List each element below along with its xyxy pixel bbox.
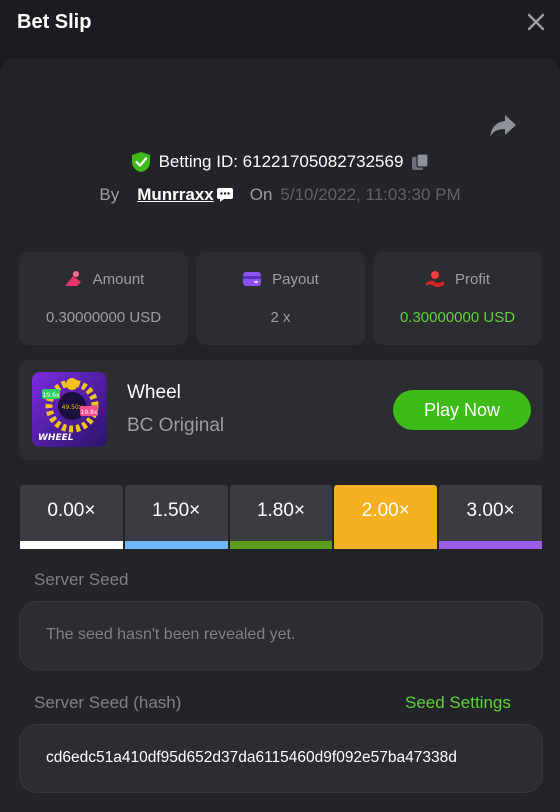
close-icon[interactable] (526, 12, 546, 32)
by-label: By (99, 185, 120, 204)
bet-date: 5/10/2022, 11:03:30 PM (280, 185, 461, 204)
payout-label: Payout (272, 270, 319, 288)
bet-author-row: By Munrraxx On 5/10/2022, 11:03:30 PM (0, 183, 560, 207)
server-seed-hash-label: Server Seed (hash) (34, 693, 182, 712)
game-name: Wheel (127, 382, 181, 403)
amount-card: Amount 0.30000000 USD (19, 252, 188, 345)
seed-settings-link[interactable]: Seed Settings (405, 693, 511, 713)
payout-icon (243, 272, 262, 286)
game-provider: BC Original (127, 415, 225, 436)
server-seed-hash-field[interactable]: cd6edc51a410df95d652d37da6115460d9f092e5… (19, 724, 543, 793)
betting-id-row: Betting ID: 61221705082732569 (0, 150, 560, 174)
multiplier-tab[interactable]: 1.80× (229, 485, 333, 549)
game-card: 19.6x 49.50x 19.8x WHEEL Wheel BC Origin… (19, 360, 543, 460)
multiplier-tab[interactable]: 3.00× (439, 485, 542, 549)
chat-icon[interactable] (216, 187, 234, 203)
payout-value: 2 x (270, 309, 291, 326)
thumb-badge-1: 19.6x (43, 392, 60, 399)
betting-id: Betting ID: 61221705082732569 (158, 152, 404, 171)
on-label: On (249, 185, 273, 204)
multiplier-tab[interactable]: 1.50× (124, 485, 228, 549)
thumb-badge-3: 19.8x (81, 409, 98, 416)
multiplier-tab-active[interactable]: 2.00× (334, 485, 438, 549)
share-icon[interactable] (489, 113, 517, 139)
play-now-button[interactable]: Play Now (393, 390, 531, 430)
multiplier-tabs: 0.00× 1.50× 1.80× 2.00× 3.00× (20, 485, 542, 549)
shield-check-icon (131, 152, 150, 172)
amount-value: 0.30000000 USD (45, 309, 162, 326)
server-seed-field: The seed hasn't been revealed yet. (19, 601, 543, 670)
header: Bet Slip (0, 0, 560, 58)
server-seed-label: Server Seed (34, 570, 129, 589)
amount-icon (64, 271, 81, 286)
profit-value: 0.30000000 USD (399, 309, 516, 326)
page-title: Bet Slip (17, 11, 92, 33)
profit-icon (425, 271, 444, 288)
wheel-game-thumbnail[interactable]: 19.6x 49.50x 19.8x WHEEL (32, 372, 107, 447)
amount-label: Amount (92, 270, 145, 288)
thumb-title: WHEEL (38, 433, 74, 443)
payout-card: Payout 2 x (196, 252, 365, 345)
profit-card: Profit 0.30000000 USD (373, 252, 542, 345)
server-seed-hash-value: cd6edc51a410df95d652d37da6115460d9f092e5… (46, 749, 457, 766)
copy-icon[interactable] (411, 153, 430, 171)
profit-label: Profit (454, 270, 490, 288)
server-seed-value: The seed hasn't been revealed yet. (46, 626, 296, 643)
multiplier-tab[interactable]: 0.00× (20, 485, 123, 549)
username-link[interactable]: Munrraxx (137, 185, 214, 205)
